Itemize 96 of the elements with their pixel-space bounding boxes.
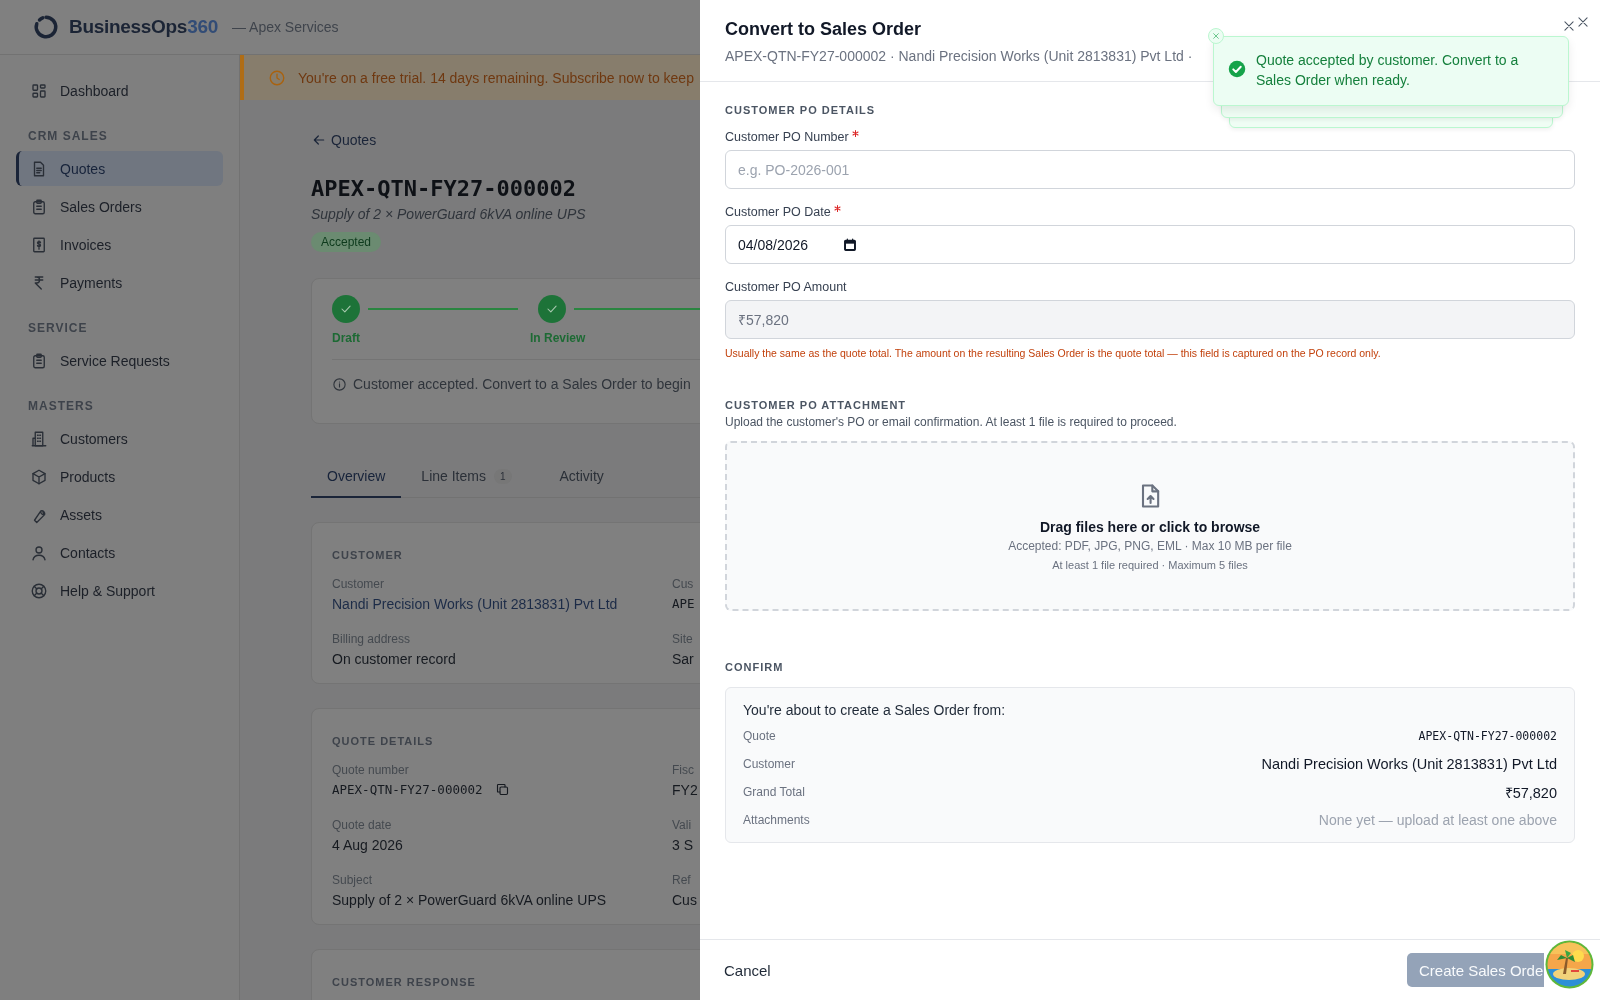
section-title: QUOTE DETAILS xyxy=(332,735,435,747)
date-field[interactable]: 04/08/2026 xyxy=(725,225,1575,264)
file-drop-zone[interactable]: Drag files here or click to browse Accepted: PDF, JPG, PNG, EML · Max 10 MB per file At least 1 file required · Maximum 5 files xyxy=(725,441,1575,611)
field-label: Quote number xyxy=(332,763,410,777)
drop-zone-limits: At least 1 file required · Maximum 5 files xyxy=(1052,559,1248,571)
field-value: 4 Aug 2026 xyxy=(332,837,403,853)
copy-icon xyxy=(494,782,510,797)
customer-link[interactable]: Nandi Precision Works (Unit 2813831) Pvt Ltd xyxy=(332,596,618,612)
field-label: Customer PO Date xyxy=(725,205,831,219)
step-label: Draft xyxy=(332,331,360,345)
banner-text: You're on a free trial. 14 days remaining. Subscribe now to keep xyxy=(298,69,694,86)
drawer-subtitle: APEX-QTN-FY27-000002 · Nandi Precision Works (Unit 2813831) Pvt Ltd · xyxy=(725,48,1193,64)
field-value: Sar xyxy=(672,651,694,667)
field-label: Site xyxy=(672,632,694,646)
tab[interactable]: Activity xyxy=(543,458,620,498)
section-title: CONFIRM xyxy=(725,661,785,673)
field-value: 3 S xyxy=(672,837,693,853)
building-icon xyxy=(30,429,48,448)
field-value: APEX-QTN-FY27-000002 xyxy=(332,782,483,797)
field-value: FY2 xyxy=(672,782,698,798)
section-title: CUSTOMER xyxy=(332,549,404,561)
nav-item[interactable]: Assets xyxy=(16,497,223,532)
section-title: CUSTOMER PO ATTACHMENT xyxy=(725,399,908,411)
summary-value: None yet — upload at least one above xyxy=(1318,812,1557,828)
field-label: Vali xyxy=(672,818,693,832)
clipboard-icon xyxy=(30,351,48,370)
arrow-left-icon xyxy=(311,132,327,148)
input-field[interactable]: e.g. PO-2026-001 xyxy=(725,150,1575,189)
count-badge: 1 xyxy=(493,468,512,484)
step-label: In Review xyxy=(530,331,586,345)
invoice-icon xyxy=(30,235,48,254)
section-description: Upload the customer's PO or email confirmation. At least 1 file is required to proceed. xyxy=(725,415,1178,429)
field-value: APE xyxy=(672,596,695,611)
field-value: On customer record xyxy=(332,651,456,667)
field-label: Customer PO Amount xyxy=(725,280,847,294)
tab[interactable]: Line Items 1 xyxy=(405,458,528,498)
summary-value: Nandi Precision Works (Unit 2813831) Pvt Ltd xyxy=(1261,756,1557,772)
field-label: Cus xyxy=(672,577,695,591)
close-icon xyxy=(1576,15,1590,29)
field-label: Ref xyxy=(672,873,692,887)
nav-item[interactable]: Contacts xyxy=(16,535,223,570)
field-label: Subject xyxy=(332,873,374,887)
section-title: CUSTOMER PO DETAILS xyxy=(725,104,876,116)
nav-item[interactable]: Quotes xyxy=(16,151,223,186)
info-icon xyxy=(332,376,347,392)
nav-section-heading: SERVICE xyxy=(27,321,89,335)
drop-zone-hint: Accepted: PDF, JPG, PNG, EML · Max 10 MB per file xyxy=(1008,539,1292,553)
field-label: Fisc xyxy=(672,763,695,777)
tab[interactable]: Overview xyxy=(311,458,402,498)
cube-icon xyxy=(30,467,48,486)
nav-section-heading: CRM SALES xyxy=(27,129,109,143)
field-value: Cus xyxy=(672,892,697,908)
field-label: Billing address xyxy=(332,632,412,646)
calendar-icon[interactable] xyxy=(842,237,858,253)
organization-name: — Apex Services xyxy=(231,19,339,35)
nav-item[interactable]: Help & Support xyxy=(16,573,223,608)
nav-item[interactable]: Products xyxy=(16,459,223,494)
check-circle-icon xyxy=(1228,60,1246,78)
drop-zone-title: Drag files here or click to browse xyxy=(1039,519,1261,535)
field-label: Customer PO Number xyxy=(725,130,849,144)
field-label: Quote date xyxy=(332,818,393,832)
nav-item[interactable]: Sales Orders xyxy=(16,189,223,224)
nav-item[interactable]: Customers xyxy=(16,421,223,456)
brand-name: BusinessOps360 xyxy=(69,16,218,38)
drawer-title: Convert to Sales Order xyxy=(725,19,922,40)
nav-item[interactable]: Dashboard xyxy=(16,73,223,108)
close-icon xyxy=(1212,32,1220,40)
back-link[interactable]: Quotes xyxy=(311,132,377,148)
copy-button[interactable] xyxy=(494,782,510,797)
summary-label: Customer xyxy=(743,757,795,771)
lifebuoy-icon xyxy=(30,581,48,600)
nav-item[interactable]: Payments xyxy=(16,265,223,300)
quote-subject: Supply of 2 × PowerGuard 6kVA online UPS xyxy=(311,206,586,222)
logo-icon xyxy=(33,14,59,40)
quote-title: APEX-QTN-FY27-000002 xyxy=(311,176,576,201)
summary-label: Attachments xyxy=(743,813,810,827)
helper-text: Usually the same as the quote total. The amount on the resulting Sales Order is the quote total — this field is captured on the PO record only. xyxy=(725,347,1382,359)
clipboard-icon xyxy=(30,197,48,216)
summary-value: APEX-QTN-FY27-000002 xyxy=(1418,729,1557,743)
field-label: Customer xyxy=(332,577,385,591)
nav-item[interactable]: Service Requests xyxy=(16,343,223,378)
summary-intro: You're about to create a Sales Order from: xyxy=(743,702,1007,718)
nav-item[interactable]: Invoices xyxy=(16,227,223,262)
nav-section-heading: MASTERS xyxy=(27,399,95,413)
section-title: CUSTOMER RESPONSE xyxy=(332,976,477,988)
person-icon xyxy=(30,543,48,562)
cancel-button[interactable]: Cancel xyxy=(724,955,771,985)
dashboard-icon xyxy=(30,81,48,100)
clock-icon xyxy=(268,68,286,87)
toast-message: Quote accepted by customer. Convert to a Sales Order when ready. xyxy=(1256,51,1520,90)
info-text: Customer accepted. Convert to a Sales Order to begin xyxy=(353,376,691,392)
summary-label: Grand Total xyxy=(743,785,805,799)
close-icon xyxy=(1562,19,1576,33)
status-badge: Accepted xyxy=(311,232,382,252)
summary-label: Quote xyxy=(743,729,776,743)
summary-value: ₹57,820 xyxy=(1504,784,1557,802)
